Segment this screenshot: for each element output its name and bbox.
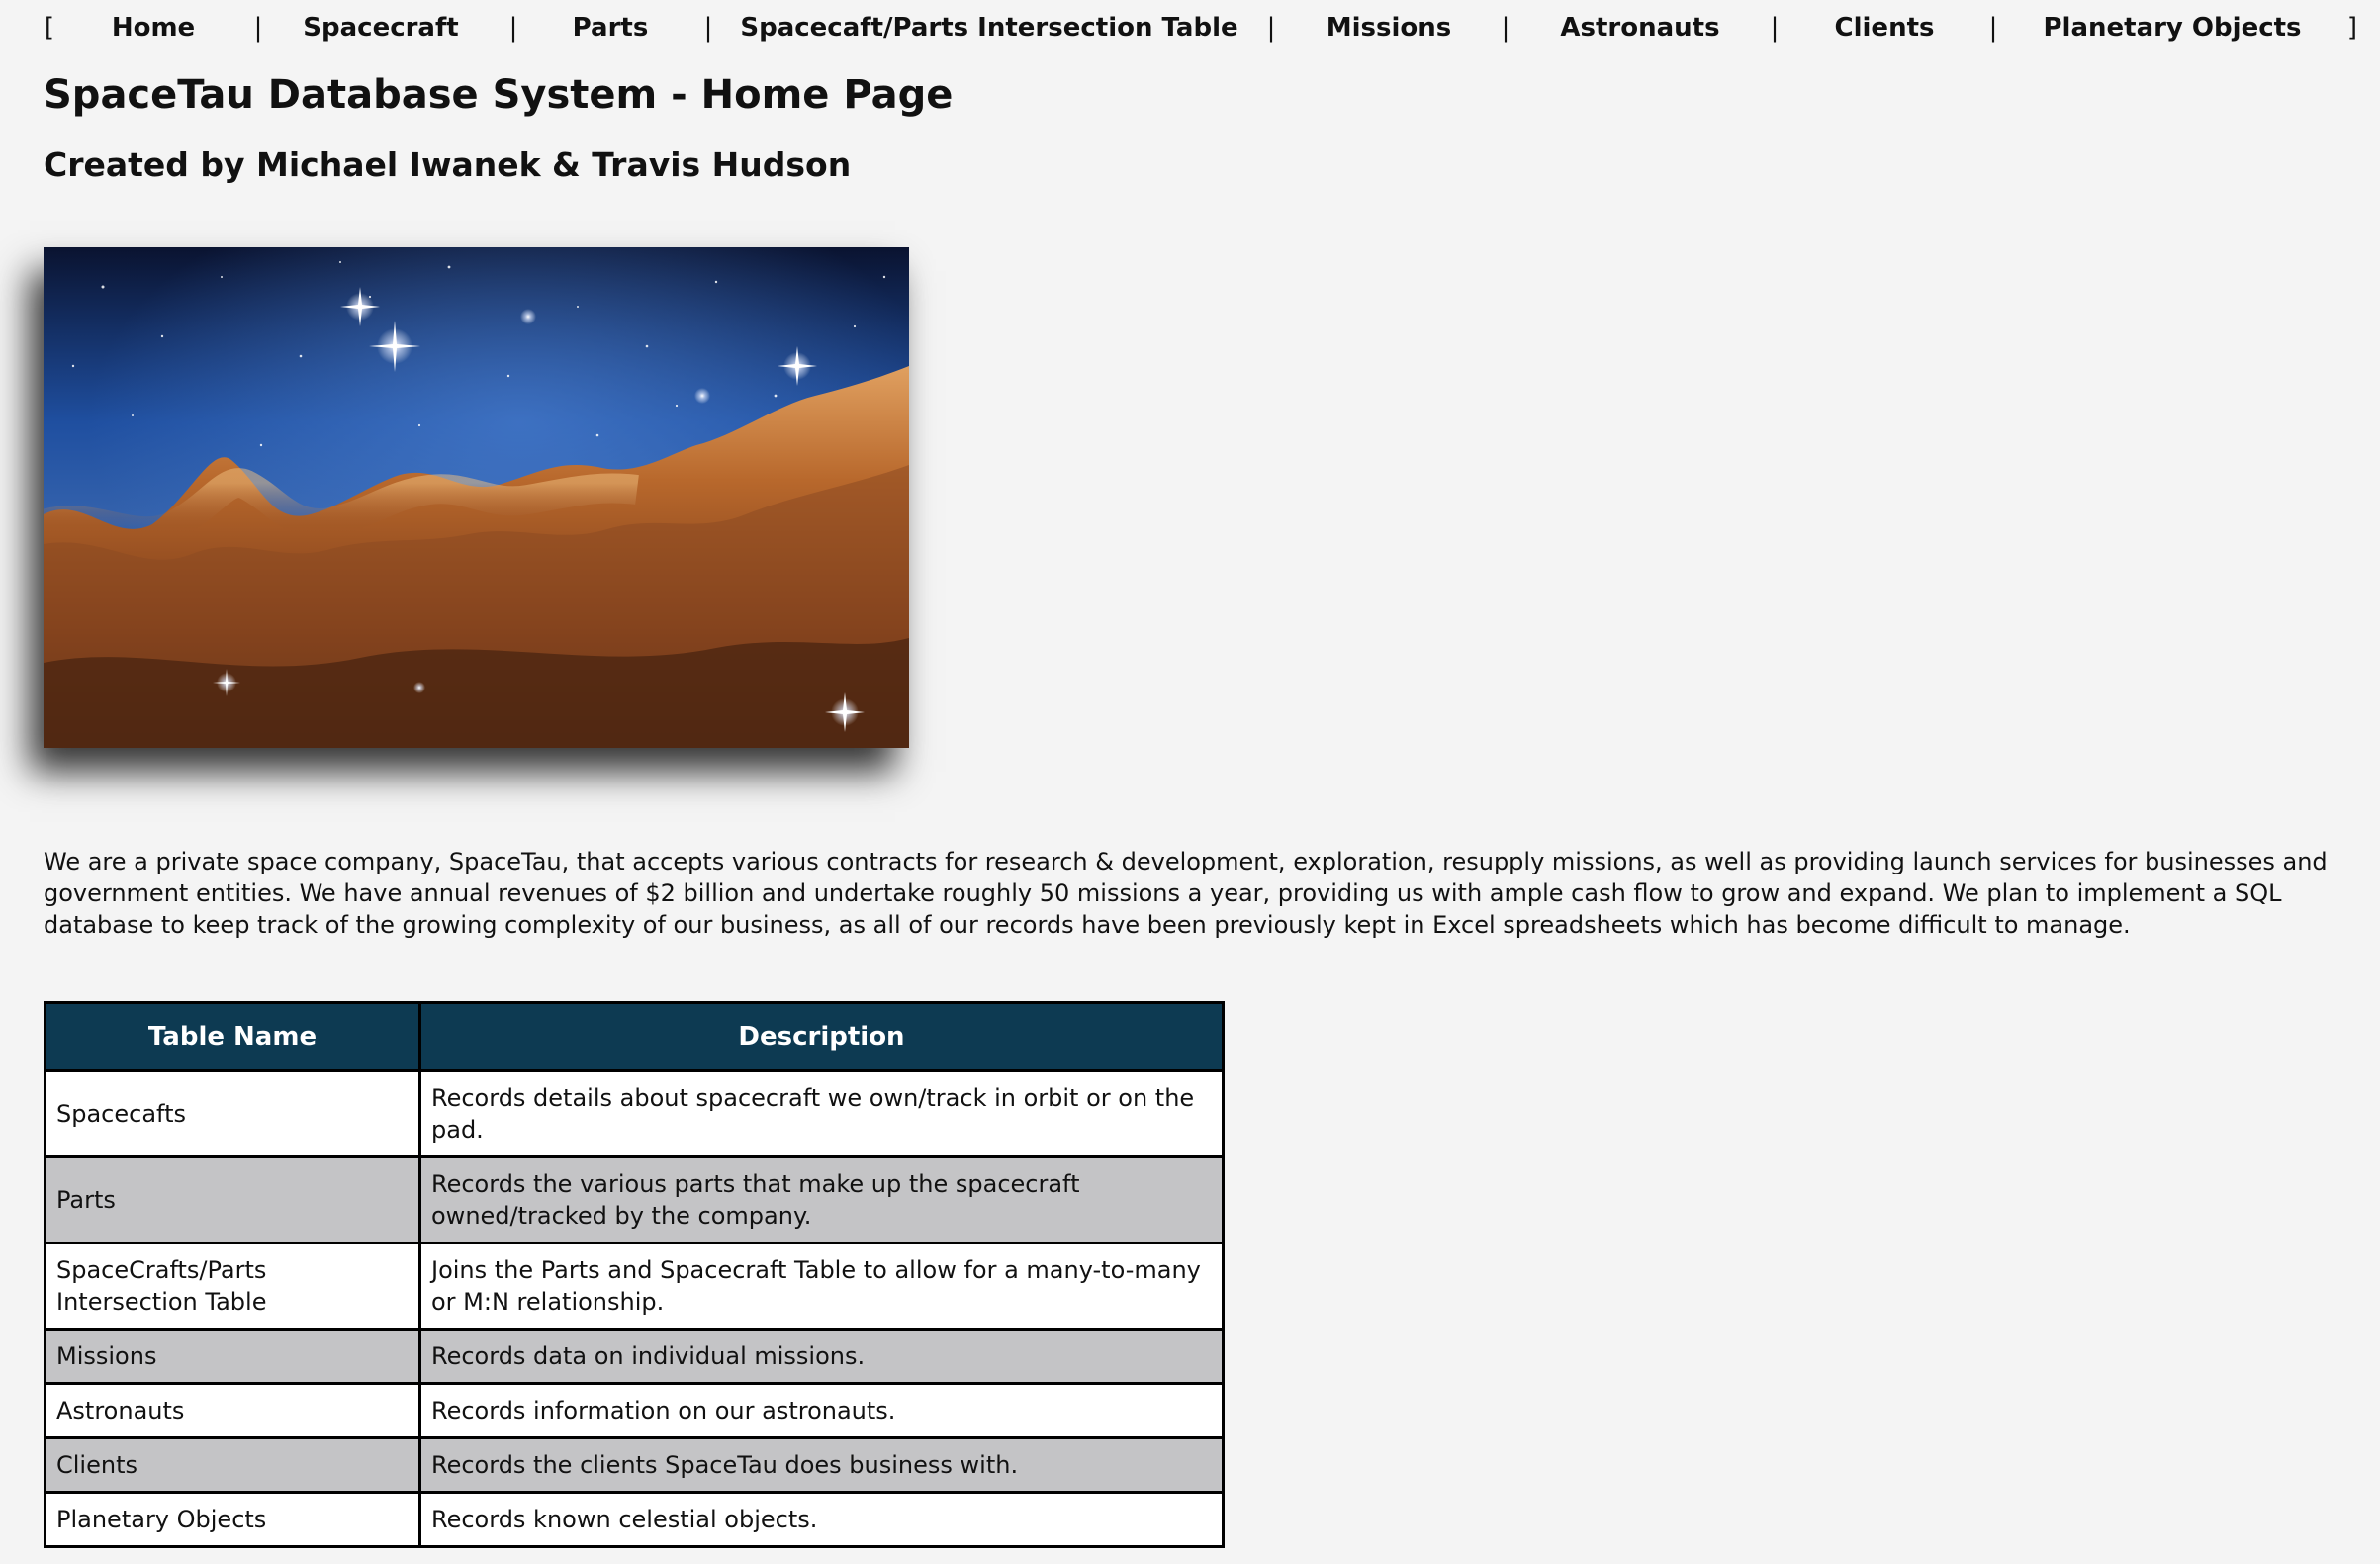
table-row: Spacecafts Records details about spacecr… <box>44 1069 1225 1158</box>
table-row: Parts Records the various parts that mak… <box>44 1155 1225 1244</box>
table-row: Planetary Objects Records known celestia… <box>44 1491 1225 1548</box>
nav-separator: | <box>1988 13 1998 43</box>
table-row: Astronauts Records information on our as… <box>44 1382 1225 1439</box>
nav-open-bracket: [ <box>44 13 55 43</box>
table-name-cell: Missions <box>44 1328 421 1385</box>
nav-link-spacecraft[interactable]: Spacecraft <box>303 11 458 45</box>
description-cell: Joins the Parts and Spacecraft Table to … <box>418 1242 1225 1331</box>
nav-link-intersection-table[interactable]: Spacecaft/Parts Intersection Table <box>740 11 1237 45</box>
nav-separator: | <box>703 13 713 43</box>
table-header-row: Table Name Description <box>44 1001 1225 1072</box>
table-row: Clients Records the clients SpaceTau doe… <box>44 1436 1225 1494</box>
hero-image <box>44 247 909 748</box>
table-row: Missions Records data on individual miss… <box>44 1328 1225 1385</box>
nav-separator: | <box>1266 13 1276 43</box>
table-name-cell: Astronauts <box>44 1382 421 1439</box>
column-header-description: Description <box>418 1001 1225 1072</box>
page-subtitle: Created by Michael Iwanek & Travis Hudso… <box>44 145 852 184</box>
table-name-cell: Planetary Objects <box>44 1491 421 1548</box>
nav-link-clients[interactable]: Clients <box>1835 11 1935 45</box>
table-name-cell: Spacecafts <box>44 1069 421 1158</box>
table-name-cell: Parts <box>44 1155 421 1244</box>
description-cell: Records the clients SpaceTau does busine… <box>418 1436 1225 1494</box>
nebula-photo <box>44 247 909 748</box>
nav-link-home[interactable]: Home <box>112 11 195 45</box>
nav-separator: | <box>253 13 263 43</box>
column-header-table-name: Table Name <box>44 1001 421 1072</box>
nav-separator: | <box>508 13 518 43</box>
nav-close-bracket: ] <box>2346 13 2358 43</box>
table-name-cell: SpaceCrafts/Parts Intersection Table <box>44 1242 421 1331</box>
nav-link-astronauts[interactable]: Astronauts <box>1560 11 1719 45</box>
nav-link-parts[interactable]: Parts <box>573 11 649 45</box>
description-cell: Records information on our astronauts. <box>418 1382 1225 1439</box>
description-cell: Records known celestial objects. <box>418 1491 1225 1548</box>
description-cell: Records data on individual missions. <box>418 1328 1225 1385</box>
tables-overview-table: Table Name Description Spacecafts Record… <box>44 1001 1225 1548</box>
nav-separator: | <box>1501 13 1510 43</box>
description-cell: Records the various parts that make up t… <box>418 1155 1225 1244</box>
table-row: SpaceCrafts/Parts Intersection Table Joi… <box>44 1242 1225 1331</box>
table-name-cell: Clients <box>44 1436 421 1494</box>
intro-paragraph: We are a private space company, SpaceTau… <box>44 848 2328 939</box>
nav-separator: | <box>1770 13 1780 43</box>
nav-link-missions[interactable]: Missions <box>1327 11 1452 45</box>
description-cell: Records details about spacecraft we own/… <box>418 1069 1225 1158</box>
page-title: SpaceTau Database System - Home Page <box>44 72 954 118</box>
top-nav: [ Home | Spacecraft | Parts | Spacecaft/… <box>0 0 2380 55</box>
nav-link-planetary-objects[interactable]: Planetary Objects <box>2043 11 2301 45</box>
